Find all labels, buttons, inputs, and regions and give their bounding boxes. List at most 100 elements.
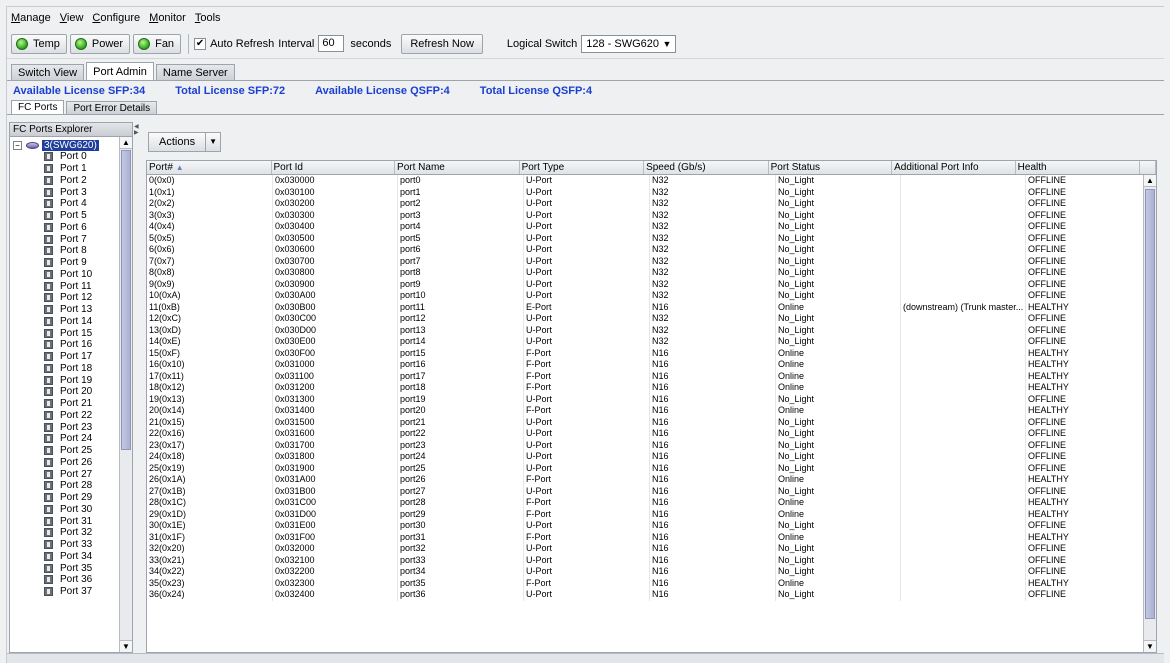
table-row[interactable]: 32(0x20) 0x032000 port32 U-Port N16 No_Light O… xyxy=(147,543,1156,555)
tab-switch-view[interactable]: Switch View xyxy=(11,64,85,80)
col-header-port-type[interactable]: Port Type xyxy=(520,161,645,174)
explorer-scrollbar[interactable]: ▲ ▼ xyxy=(119,137,132,652)
tree-item-port[interactable]: Port 5 xyxy=(10,210,119,222)
tree-item-port[interactable]: Port 19 xyxy=(10,374,119,386)
power-button[interactable]: Power xyxy=(69,33,131,54)
col-header-speed[interactable]: Speed (Gb/s) xyxy=(644,161,769,174)
tab-fc-ports[interactable]: FC Ports xyxy=(11,100,65,114)
col-header-additional-info[interactable]: Additional Port Info xyxy=(892,161,1016,174)
refresh-now-button[interactable]: Refresh Now xyxy=(401,33,483,54)
table-row[interactable]: 27(0x1B) 0x031B00 port27 U-Port N16 No_Light O… xyxy=(147,485,1156,497)
menu-monitor[interactable]: Monitor xyxy=(149,12,186,24)
tab-name-server[interactable]: Name Server xyxy=(155,64,235,80)
tree-item-port[interactable]: Port 14 xyxy=(10,316,119,328)
tree-root-node[interactable]: − 3(SWG620) xyxy=(10,139,119,151)
menu-manage[interactable]: Manage xyxy=(11,12,51,24)
table-row[interactable]: 8(0x8) 0x030800 port8 U-Port N32 No_Light OFFL… xyxy=(147,267,1156,279)
scroll-down-icon[interactable]: ▼ xyxy=(120,640,132,652)
tree-item-port[interactable]: Port 27 xyxy=(10,468,119,480)
interval-input[interactable]: 60 xyxy=(318,35,345,52)
tree-item-port[interactable]: Port 29 xyxy=(10,492,119,504)
table-row[interactable]: 34(0x22) 0x032200 port34 U-Port N16 No_Light O… xyxy=(147,566,1156,578)
tree-item-port[interactable]: Port 20 xyxy=(10,386,119,398)
scroll-up-icon[interactable]: ▲ xyxy=(120,137,132,149)
table-row[interactable]: 11(0xB) 0x030B00 port11 E-Port N16 Online (dow… xyxy=(147,301,1156,313)
table-row[interactable]: 10(0xA) 0x030A00 port10 U-Port N32 No_Light OF… xyxy=(147,290,1156,302)
tree-item-port[interactable]: Port 10 xyxy=(10,269,119,281)
tree-item-port[interactable]: Port 34 xyxy=(10,551,119,563)
temp-button[interactable]: Temp xyxy=(11,33,67,54)
scrollbar-thumb[interactable] xyxy=(121,150,131,450)
table-row[interactable]: 18(0x12) 0x031200 port18 F-Port N16 Online HEA… xyxy=(147,382,1156,394)
table-row[interactable]: 24(0x18) 0x031800 port24 U-Port N16 No_Light O… xyxy=(147,451,1156,463)
table-row[interactable]: 30(0x1E) 0x031E00 port30 U-Port N16 No_Light O… xyxy=(147,520,1156,532)
table-row[interactable]: 4(0x4) 0x030400 port4 U-Port N32 No_Light OFFL… xyxy=(147,221,1156,233)
fan-button[interactable]: Fan xyxy=(133,33,182,54)
tree-item-port[interactable]: Port 28 xyxy=(10,480,119,492)
tree-item-port[interactable]: Port 37 xyxy=(10,586,119,598)
tree-item-port[interactable]: Port 17 xyxy=(10,351,119,363)
table-row[interactable]: 33(0x21) 0x032100 port33 U-Port N16 No_Light O… xyxy=(147,554,1156,566)
table-row[interactable]: 19(0x13) 0x031300 port19 U-Port N16 No_Light O… xyxy=(147,393,1156,405)
menu-configure[interactable]: Configure xyxy=(92,12,140,24)
tab-port-admin[interactable]: Port Admin xyxy=(86,62,154,80)
scrollbar-thumb[interactable] xyxy=(1145,189,1155,619)
table-scrollbar[interactable]: ▲ ▼ xyxy=(1143,175,1156,652)
tree-item-port[interactable]: Port 23 xyxy=(10,421,119,433)
tab-port-error-details[interactable]: Port Error Details xyxy=(66,101,158,114)
tree-item-port[interactable]: Port 15 xyxy=(10,327,119,339)
tree-item-port[interactable]: Port 13 xyxy=(10,304,119,316)
table-row[interactable]: 29(0x1D) 0x031D00 port29 F-Port N16 Online HEA… xyxy=(147,508,1156,520)
table-row[interactable]: 17(0x11) 0x031100 port17 F-Port N16 Online HEA… xyxy=(147,370,1156,382)
table-row[interactable]: 3(0x3) 0x030300 port3 U-Port N32 No_Light OFFL… xyxy=(147,209,1156,221)
tree-item-port[interactable]: Port 3 xyxy=(10,186,119,198)
menu-view[interactable]: View xyxy=(60,12,84,24)
tree-item-port[interactable]: Port 30 xyxy=(10,504,119,516)
tree-item-port[interactable]: Port 33 xyxy=(10,539,119,551)
tree-item-port[interactable]: Port 8 xyxy=(10,245,119,257)
tree-item-port[interactable]: Port 18 xyxy=(10,363,119,375)
table-row[interactable]: 35(0x23) 0x032300 port35 F-Port N16 Online HEA… xyxy=(147,577,1156,589)
table-row[interactable]: 13(0xD) 0x030D00 port13 U-Port N32 No_Light OF… xyxy=(147,324,1156,336)
tree-item-port[interactable]: Port 11 xyxy=(10,280,119,292)
col-header-port-status[interactable]: Port Status xyxy=(769,161,893,174)
tree-item-port[interactable]: Port 31 xyxy=(10,515,119,527)
tree-item-port[interactable]: Port 21 xyxy=(10,398,119,410)
table-row[interactable]: 20(0x14) 0x031400 port20 F-Port N16 Online HEA… xyxy=(147,405,1156,417)
col-header-port-name[interactable]: Port Name xyxy=(395,161,520,174)
tree-item-port[interactable]: Port 12 xyxy=(10,292,119,304)
tree-item-port[interactable]: Port 36 xyxy=(10,574,119,586)
table-row[interactable]: 22(0x16) 0x031600 port22 U-Port N16 No_Light O… xyxy=(147,428,1156,440)
table-row[interactable]: 23(0x17) 0x031700 port23 U-Port N16 No_Light O… xyxy=(147,439,1156,451)
table-row[interactable]: 6(0x6) 0x030600 port6 U-Port N32 No_Light OFFL… xyxy=(147,244,1156,256)
col-header-port-number[interactable]: Port# ▲ xyxy=(147,161,272,174)
table-row[interactable]: 28(0x1C) 0x031C00 port28 F-Port N16 Online HEA… xyxy=(147,497,1156,509)
table-row[interactable]: 0(0x0) 0x030000 port0 U-Port N32 No_Light OFFL… xyxy=(147,175,1156,187)
table-row[interactable]: 9(0x9) 0x030900 port9 U-Port N32 No_Light OFFL… xyxy=(147,278,1156,290)
tree-item-port[interactable]: Port 6 xyxy=(10,222,119,234)
tree-item-port[interactable]: Port 16 xyxy=(10,339,119,351)
table-row[interactable]: 26(0x1A) 0x031A00 port26 F-Port N16 Online HEA… xyxy=(147,474,1156,486)
tree-item-port[interactable]: Port 9 xyxy=(10,257,119,269)
table-row[interactable]: 12(0xC) 0x030C00 port12 U-Port N32 No_Light OF… xyxy=(147,313,1156,325)
tree-item-port[interactable]: Port 7 xyxy=(10,233,119,245)
actions-menu-button[interactable]: Actions ▼ xyxy=(148,132,222,152)
tree-item-port[interactable]: Port 32 xyxy=(10,527,119,539)
col-header-health[interactable]: Health xyxy=(1016,161,1141,174)
table-row[interactable]: 31(0x1F) 0x031F00 port31 F-Port N16 Online HEA… xyxy=(147,531,1156,543)
table-row[interactable]: 21(0x15) 0x031500 port21 U-Port N16 No_Light O… xyxy=(147,416,1156,428)
auto-refresh-checkbox[interactable]: ✔ xyxy=(194,37,207,50)
scroll-up-icon[interactable]: ▲ xyxy=(1144,175,1156,187)
table-row[interactable]: 25(0x19) 0x031900 port25 U-Port N16 No_Light O… xyxy=(147,462,1156,474)
logical-switch-select[interactable]: 128 - SWG620 ▼ xyxy=(581,34,676,53)
table-row[interactable]: 2(0x2) 0x030200 port2 U-Port N32 No_Light OFFL… xyxy=(147,198,1156,210)
table-row[interactable]: 14(0xE) 0x030E00 port14 U-Port N32 No_Light OF… xyxy=(147,336,1156,348)
chevron-down-icon[interactable]: ▼ xyxy=(206,133,220,151)
table-row[interactable]: 7(0x7) 0x030700 port7 U-Port N32 No_Light OFFL… xyxy=(147,255,1156,267)
table-row[interactable]: 36(0x24) 0x032400 port36 U-Port N16 No_Light O… xyxy=(147,589,1156,601)
tree-item-port[interactable]: Port 25 xyxy=(10,445,119,457)
tree-item-port[interactable]: Port 4 xyxy=(10,198,119,210)
table-row[interactable]: 16(0x10) 0x031000 port16 F-Port N16 Online HEA… xyxy=(147,359,1156,371)
table-row[interactable]: 5(0x5) 0x030500 port5 U-Port N32 No_Light OFFL… xyxy=(147,232,1156,244)
scroll-down-icon[interactable]: ▼ xyxy=(1144,640,1156,652)
